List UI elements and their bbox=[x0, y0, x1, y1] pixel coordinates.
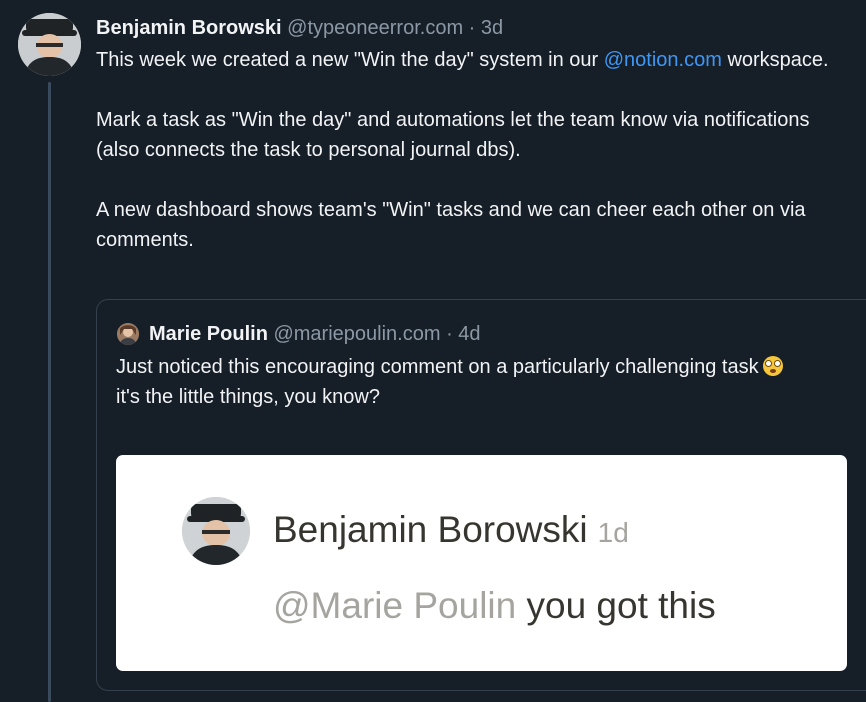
notion-mention-link[interactable]: @notion.com bbox=[604, 49, 722, 71]
quote-line-1-text: Just noticed this encouraging comment on… bbox=[116, 356, 759, 378]
post-text-1: This week we created a new "Win the day"… bbox=[96, 49, 604, 71]
post-paragraph-2: Mark a task as "Win the day" and automat… bbox=[96, 109, 810, 161]
post-header: Benjamin Borowski @typeoneerror.com · 3d bbox=[96, 14, 503, 42]
author-handle[interactable]: @typeoneerror.com bbox=[287, 17, 463, 39]
post-time[interactable]: 3d bbox=[481, 17, 503, 39]
image-comment-text: @Marie Poulin you got this bbox=[273, 583, 716, 629]
flushed-face-emoji-icon bbox=[762, 356, 783, 376]
author-name[interactable]: Benjamin Borowski bbox=[96, 17, 282, 39]
image-comment-author: Benjamin Borowski bbox=[273, 509, 588, 550]
image-comment-header: Benjamin Borowski 1d bbox=[273, 507, 629, 556]
post-paragraph-1: This week we created a new "Win the day"… bbox=[96, 45, 856, 75]
quoted-post-card[interactable]: Marie Poulin @mariepoulin.com · 4d Just … bbox=[96, 299, 866, 691]
quote-line-2: it's the little things, you know? bbox=[116, 386, 380, 408]
quote-avatar-photo-icon bbox=[117, 323, 139, 345]
quote-header: Marie Poulin @mariepoulin.com · 4d bbox=[149, 320, 481, 348]
image-comment-avatar bbox=[182, 497, 250, 565]
author-avatar[interactable] bbox=[18, 13, 81, 76]
meta-separator: · bbox=[468, 17, 476, 39]
quote-author-avatar[interactable] bbox=[117, 323, 139, 345]
avatar-photo-icon bbox=[18, 13, 81, 76]
quote-author-handle[interactable]: @mariepoulin.com bbox=[273, 323, 440, 345]
post-body: This week we created a new "Win the day"… bbox=[96, 45, 856, 255]
image-avatar-photo-icon bbox=[182, 497, 250, 565]
quote-meta-separator: · bbox=[446, 323, 453, 345]
quote-body: Just noticed this encouraging comment on… bbox=[116, 352, 856, 412]
thread-line bbox=[48, 82, 51, 702]
post-paragraph-3: A new dashboard shows team's "Win" tasks… bbox=[96, 199, 806, 251]
quote-line-1: Just noticed this encouraging comment on… bbox=[116, 352, 856, 382]
quote-author-name[interactable]: Marie Poulin bbox=[149, 323, 268, 345]
image-comment-body: you got this bbox=[516, 585, 716, 626]
image-comment-mention: @Marie Poulin bbox=[273, 585, 517, 626]
image-comment-time: 1d bbox=[597, 517, 629, 548]
post-text-1-end: workspace. bbox=[721, 49, 829, 71]
quote-time[interactable]: 4d bbox=[458, 323, 480, 345]
embedded-screenshot-image[interactable]: Benjamin Borowski 1d @Marie Poulin you go… bbox=[116, 455, 847, 671]
